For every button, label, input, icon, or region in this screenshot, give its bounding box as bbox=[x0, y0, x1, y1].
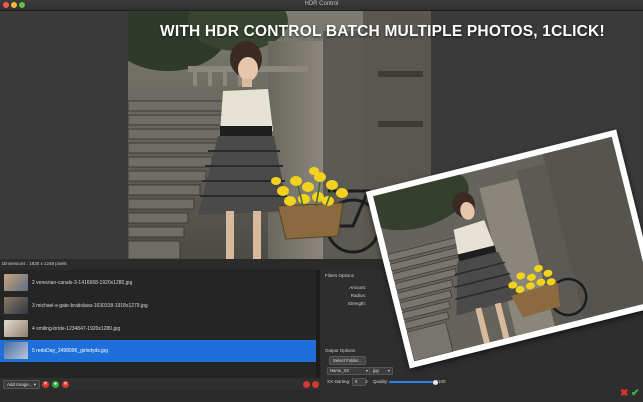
output-section-label: Output Options bbox=[325, 348, 356, 353]
stop-icon[interactable] bbox=[312, 380, 319, 388]
select-folder-button[interactable]: Select Folder... bbox=[329, 356, 366, 365]
xx-starting-field[interactable]: 0 bbox=[352, 378, 366, 386]
add-image-button[interactable]: Add Image... ▾ bbox=[3, 380, 41, 389]
dimensions-label: Dimensions : 1920 x 1248 pixels bbox=[2, 261, 67, 266]
name-pattern-select[interactable]: Name_XX ▾ bbox=[327, 367, 371, 375]
image-thumbnail bbox=[4, 342, 28, 359]
clear-list-button[interactable]: ✕ bbox=[62, 380, 69, 388]
delete-icon[interactable] bbox=[303, 380, 310, 388]
file-name: 3 michael-s-gate-bratislava-1630318-1918… bbox=[32, 303, 148, 309]
cancel-button[interactable]: ✖ bbox=[620, 388, 628, 399]
file-name: 4 smiling-bride-1234847-1920x1280.jpg bbox=[32, 326, 121, 332]
image-thumbnail bbox=[4, 274, 28, 291]
strength-label: Strength: bbox=[347, 301, 366, 306]
quality-slider-fill bbox=[389, 381, 435, 383]
list-item[interactable]: 3 michael-s-gate-bratislava-1630318-1918… bbox=[0, 295, 316, 317]
list-item[interactable]: 4 smiling-bride-1234847-1920x1280.jpg bbox=[0, 318, 316, 340]
remove-image-button[interactable]: ✕ bbox=[42, 380, 49, 388]
promo-headline: WITH HDR CONTROL BATCH MULTIPLE PHOTOS, … bbox=[160, 23, 605, 40]
file-name: 2 venezian-canals-3-1416968-1920x1280.jp… bbox=[32, 280, 133, 286]
list-item-selected[interactable]: 5 redoDay_2498996_girlsdyds.jpg bbox=[0, 340, 316, 362]
xx-starting-label: XX starting: bbox=[327, 379, 351, 384]
quality-label: Quality: bbox=[373, 379, 389, 384]
list-item[interactable]: 2 venezian-canals-3-1416968-1920x1280.jp… bbox=[0, 272, 316, 294]
format-select[interactable]: .jpg ▾ bbox=[369, 367, 393, 375]
amount-label: Amount: bbox=[349, 285, 366, 290]
file-list-scrollbar[interactable] bbox=[316, 270, 320, 378]
file-list[interactable]: 2 venezian-canals-3-1416968-1920x1280.jp… bbox=[0, 270, 316, 378]
name-pattern-value: Name_XX bbox=[330, 368, 350, 373]
xx-stepper[interactable]: ⇕ bbox=[365, 379, 368, 384]
list-toolbar: Add Image... ▾ ✕ ● ✕ bbox=[0, 378, 320, 390]
move-image-button[interactable]: ● bbox=[52, 380, 59, 388]
radius-label: Radius: bbox=[350, 293, 366, 298]
ok-button[interactable]: ✔ bbox=[631, 388, 639, 399]
quality-value: 100 bbox=[438, 379, 446, 384]
check-icon: ✔ bbox=[631, 388, 640, 399]
image-thumbnail bbox=[4, 320, 28, 337]
cross-icon: ✖ bbox=[620, 388, 629, 399]
image-thumbnail bbox=[4, 297, 28, 314]
filters-section-label: Filters Options bbox=[325, 273, 355, 278]
title-bar: HDR Control bbox=[0, 0, 643, 11]
format-value: .jpg bbox=[372, 368, 379, 373]
quality-slider-knob[interactable] bbox=[432, 379, 438, 385]
window-title: HDR Control bbox=[304, 1, 339, 7]
file-name: 5 redoDay_2498996_girlsdyds.jpg bbox=[32, 348, 108, 354]
add-image-label: Add Image... bbox=[7, 382, 33, 387]
